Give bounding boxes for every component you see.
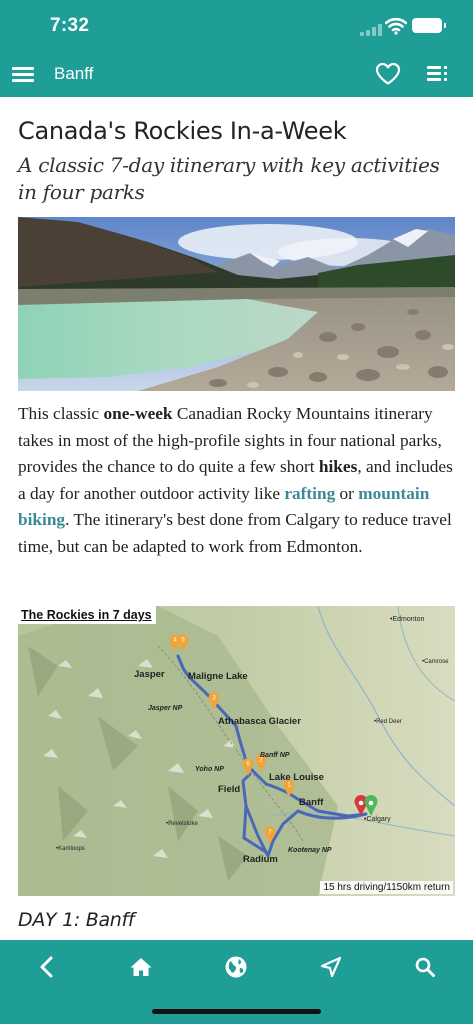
place-label-athabasca-glacier: Athabasca Glacier	[218, 716, 301, 727]
body-text-segment: or	[335, 483, 359, 503]
menu-icon[interactable]	[12, 67, 34, 82]
bottom-toolbar	[0, 940, 473, 1024]
place-label-camrose: •Camrose	[422, 659, 449, 665]
place-label-red-deer: •Red Deer	[374, 719, 402, 725]
cellular-signal-icon	[360, 24, 382, 36]
map-graphic: 4 5 3 6 2 1 7 •Edmonton •Camrose •Red De…	[18, 606, 455, 896]
favorite-heart-icon[interactable]	[375, 62, 401, 86]
place-label-banff-np: Banff NP	[260, 752, 290, 759]
hero-photo-mountain-river	[18, 217, 455, 391]
article-content[interactable]: Canada's Rockies In-a-Week A classic 7-d…	[0, 97, 473, 940]
place-label-yoho-np: Yoho NP	[195, 766, 224, 773]
top-navigation-bar: Banff	[0, 50, 473, 97]
rafting-link[interactable]: rafting	[284, 484, 335, 503]
itinerary-map[interactable]: 4 5 3 6 2 1 7 •Edmonton •Camrose •Red De…	[18, 606, 455, 896]
bold-hikes: hikes	[318, 457, 358, 476]
globe-icon	[225, 956, 247, 978]
map-title: The Rockies in 7 days	[18, 606, 156, 624]
status-time: 7:32	[50, 15, 90, 36]
table-of-contents-icon[interactable]	[427, 66, 449, 82]
battery-icon	[412, 18, 446, 33]
place-label-kootenay-np: Kootenay NP	[288, 847, 332, 854]
wifi-icon	[385, 17, 407, 35]
navigate-button[interactable]	[316, 952, 346, 982]
home-indicator	[152, 1009, 321, 1014]
day-heading: DAY 1: Banff	[18, 909, 135, 931]
back-button[interactable]	[32, 952, 62, 982]
place-label-calgary: •Calgary	[364, 816, 391, 823]
place-label-maligne-lake: Maligne Lake	[188, 671, 248, 682]
place-label-jasper-np: Jasper NP	[148, 705, 183, 712]
article-title: Canada's Rockies In-a-Week	[18, 117, 347, 145]
place-label-banff: Banff	[299, 797, 324, 808]
web-button[interactable]	[221, 952, 251, 982]
bold-one-week: one-week	[103, 404, 173, 423]
place-label-kamloops: •Kamloops	[56, 846, 85, 852]
chevron-left-icon	[40, 956, 53, 978]
navigation-arrow-icon	[320, 956, 342, 978]
place-label-jasper: Jasper	[134, 669, 165, 680]
place-label-field: Field	[218, 784, 240, 795]
place-label-edmonton: •Edmonton	[390, 616, 424, 623]
place-label-lake-louise: Lake Louise	[269, 772, 324, 783]
search-button[interactable]	[410, 952, 440, 982]
article-subtitle: A classic 7-day itinerary with key activ…	[18, 153, 440, 204]
status-bar: 7:32	[0, 0, 473, 50]
place-label-revelstoke: •Revelstoke	[166, 821, 198, 827]
nav-title: Banff	[54, 64, 94, 83]
home-button[interactable]	[126, 952, 156, 982]
article-intro-paragraph: This classic one-week Canadian Rocky Mou…	[18, 401, 458, 560]
place-label-radium: Radium	[243, 854, 278, 865]
body-text-segment: . The itinerary's best done from Calgary…	[18, 510, 452, 556]
body-text-segment: This classic	[18, 404, 104, 423]
map-distance-note: 15 hrs driving/1150km return	[320, 881, 453, 894]
search-icon	[415, 957, 435, 977]
home-icon	[130, 958, 152, 976]
